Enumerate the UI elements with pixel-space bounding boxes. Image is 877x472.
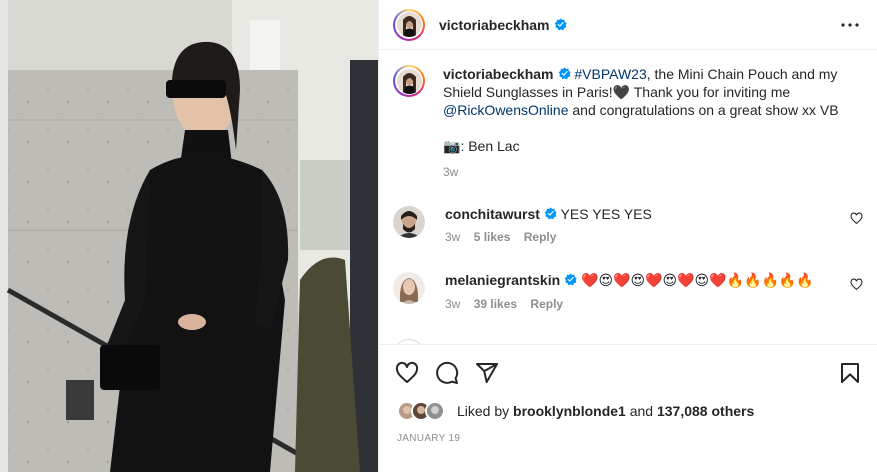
- comment-likes[interactable]: 5 likes: [474, 230, 511, 244]
- caption-text: and congratulations on a great show xx V…: [568, 102, 839, 118]
- verified-badge-icon: [544, 207, 557, 220]
- comments-section[interactable]: victoriabeckham #VBPAW23, the Mini Chain…: [379, 51, 877, 344]
- comment-text: YES YES YES: [560, 206, 652, 222]
- verified-badge-icon: [558, 67, 571, 80]
- caption-text: Thank you for inviting me: [630, 84, 791, 100]
- caption-time: 3w: [443, 165, 459, 179]
- black-heart-emoji: 🖤: [612, 84, 631, 100]
- comment-username[interactable]: conchitawurst: [445, 206, 540, 222]
- liker-avatar: [425, 401, 445, 421]
- reply-button[interactable]: Reply: [524, 230, 557, 244]
- comment-likes[interactable]: 39 likes: [474, 297, 517, 311]
- comment-item: melaniegrantskin ❤️😍❤️😍❤️😍❤️😍❤️🔥🔥🔥🔥🔥 3w …: [393, 272, 863, 311]
- commenter-avatar[interactable]: [393, 272, 425, 304]
- author-username[interactable]: victoriabeckham: [439, 17, 550, 33]
- commenter-avatar[interactable]: [393, 206, 425, 238]
- comment-text: ❤️😍❤️😍❤️😍❤️😍❤️🔥🔥🔥🔥🔥: [581, 272, 814, 288]
- post-header: victoriabeckham: [379, 0, 877, 50]
- more-options-icon[interactable]: [838, 16, 862, 34]
- comment-like-heart-icon[interactable]: [850, 278, 863, 291]
- likes-count[interactable]: 137,088 others: [657, 403, 754, 419]
- liked-by-user[interactable]: brooklynblonde1: [513, 403, 626, 419]
- bookmark-icon[interactable]: [838, 361, 862, 385]
- likes-summary: Liked by brooklynblonde1 and 137,088 oth…: [397, 401, 754, 421]
- camera-emoji: 📷: [443, 138, 461, 154]
- caption-username[interactable]: victoriabeckham: [443, 66, 554, 82]
- verified-badge-icon: [554, 18, 567, 31]
- comment-icon[interactable]: [435, 361, 459, 385]
- reply-button[interactable]: Reply: [530, 297, 563, 311]
- photo-credit: 📷: Ben Lac: [443, 137, 853, 155]
- likes-text: Liked by brooklynblonde1 and 137,088 oth…: [457, 403, 755, 419]
- post-caption: victoriabeckham #VBPAW23, the Mini Chain…: [393, 65, 853, 181]
- photo-credit-text: : Ben Lac: [460, 138, 520, 154]
- author-avatar[interactable]: [393, 8, 425, 41]
- liker-avatars[interactable]: [397, 401, 445, 421]
- comment-time: 3w: [445, 297, 461, 311]
- comment-username[interactable]: melaniegrantskin: [445, 272, 560, 288]
- heart-icon[interactable]: [395, 361, 419, 385]
- comment-like-heart-icon[interactable]: [850, 212, 863, 225]
- comment-time: 3w: [445, 230, 461, 244]
- verified-badge-icon: [564, 273, 577, 286]
- share-icon[interactable]: [475, 361, 499, 385]
- post-photo[interactable]: [0, 0, 378, 472]
- post-details-panel: victoriabeckham victoriabeckham #VBPAW23…: [378, 0, 877, 472]
- caption-author-avatar[interactable]: [393, 65, 425, 97]
- comment-item: conchitawurst YES YES YES 3w 5 likes Rep…: [393, 206, 863, 244]
- post-date[interactable]: JANUARY 19: [397, 433, 460, 444]
- post-actions-bar: [379, 344, 877, 400]
- caption-mention[interactable]: @RickOwensOnline: [443, 102, 568, 118]
- caption-hashtag[interactable]: #VBPAW23: [574, 66, 646, 82]
- post-photo-image: [0, 0, 378, 472]
